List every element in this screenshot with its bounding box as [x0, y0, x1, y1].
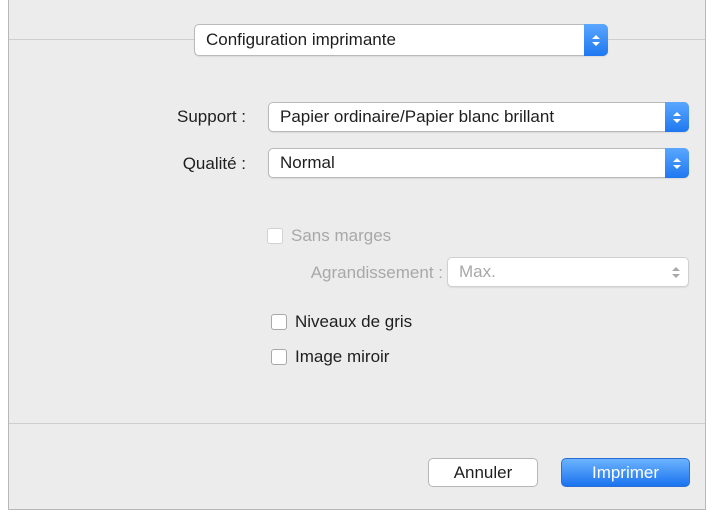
settings-section-value: Configuration imprimante [206, 30, 396, 49]
grayscale-label: Niveaux de gris [295, 312, 413, 331]
borderless-checkbox-row[interactable]: Sans marges [267, 226, 391, 246]
popup-arrows-icon [584, 24, 608, 56]
enlargement-popup[interactable]: Max. [447, 257, 689, 287]
support-label: Support : [177, 107, 246, 126]
grayscale-checkbox[interactable] [271, 314, 287, 330]
enlargement-label: Agrandissement : [310, 263, 443, 282]
borderless-label: Sans marges [291, 226, 392, 245]
quality-label: Qualité : [182, 154, 246, 173]
print-dialog: Configuration imprimante Support : Papie… [8, 0, 706, 510]
print-button[interactable]: Imprimer [561, 458, 690, 487]
popup-arrows-icon [665, 102, 689, 132]
borderless-checkbox[interactable] [267, 228, 283, 244]
cancel-button[interactable]: Annuler [428, 458, 538, 487]
quality-popup[interactable]: Normal [268, 148, 689, 178]
mirror-checkbox[interactable] [271, 349, 287, 365]
quality-value: Normal [280, 153, 335, 172]
support-popup[interactable]: Papier ordinaire/Papier blanc brillant [268, 102, 689, 132]
popup-arrows-icon [670, 258, 682, 286]
grayscale-checkbox-row[interactable]: Niveaux de gris [271, 312, 412, 332]
enlargement-value: Max. [459, 262, 496, 281]
mirror-checkbox-row[interactable]: Image miroir [271, 347, 389, 367]
popup-arrows-icon [665, 148, 689, 178]
settings-section-popup[interactable]: Configuration imprimante [194, 24, 608, 56]
bottom-divider [9, 423, 705, 424]
mirror-label: Image miroir [295, 347, 390, 366]
support-value: Papier ordinaire/Papier blanc brillant [280, 107, 555, 126]
